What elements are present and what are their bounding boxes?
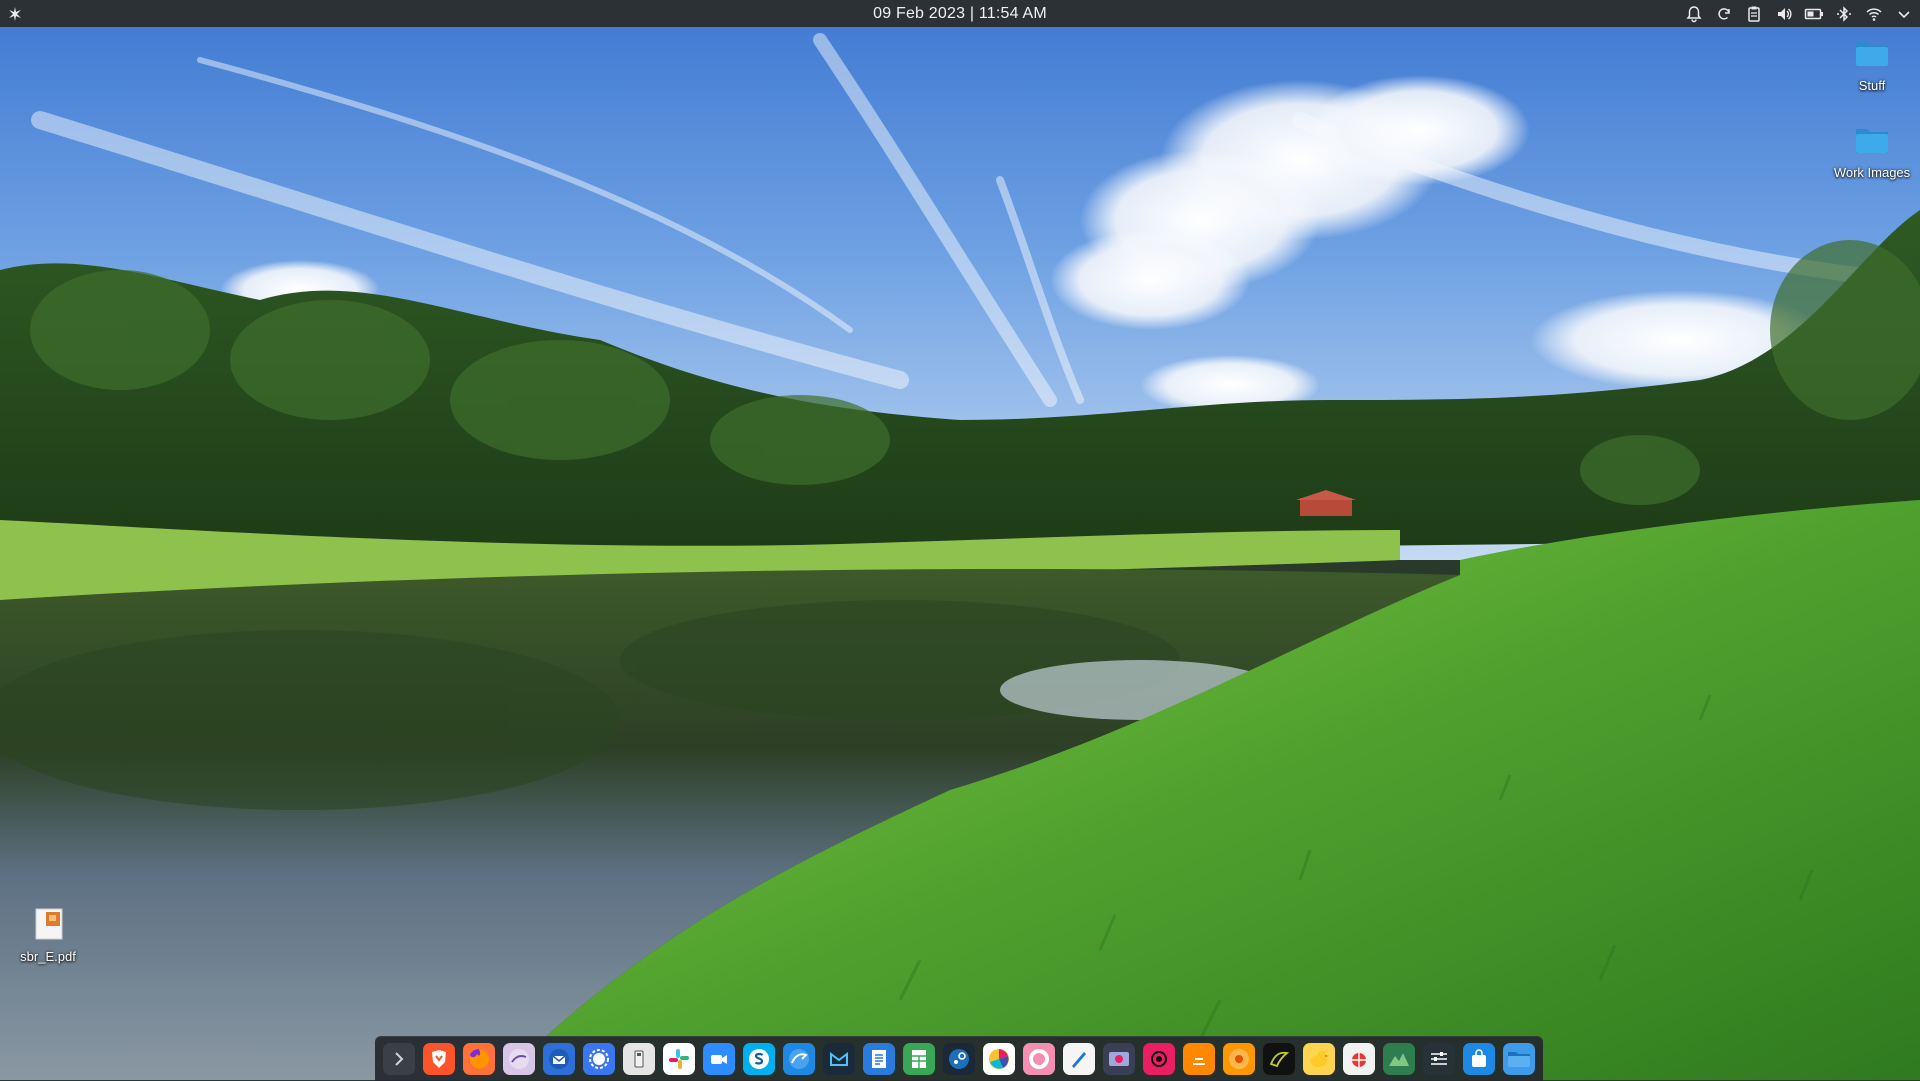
recorder-icon[interactable] bbox=[1143, 1043, 1175, 1075]
system-monitor-icon[interactable] bbox=[1383, 1043, 1415, 1075]
settings-sliders-icon[interactable] bbox=[1423, 1043, 1455, 1075]
folder-icon bbox=[1856, 42, 1888, 66]
thunderbird-icon[interactable] bbox=[543, 1043, 575, 1075]
desktop-icon-sbr-e-pdf[interactable]: sbr_E.pdf bbox=[3, 904, 93, 965]
battery-icon[interactable] bbox=[1804, 4, 1824, 24]
epiphany-browser-icon[interactable] bbox=[503, 1043, 535, 1075]
clipboard-icon[interactable] bbox=[1744, 4, 1764, 24]
firefox-icon[interactable] bbox=[463, 1043, 495, 1075]
zoom-icon[interactable] bbox=[703, 1043, 735, 1075]
drawing-icon[interactable] bbox=[1063, 1043, 1095, 1075]
pdf-file-icon bbox=[35, 908, 63, 940]
writer-document-icon[interactable] bbox=[863, 1043, 895, 1075]
chevron-down-icon[interactable] bbox=[1894, 4, 1914, 24]
mail-icon[interactable] bbox=[823, 1043, 855, 1075]
vlc-icon[interactable] bbox=[1183, 1043, 1215, 1075]
software-store-icon[interactable] bbox=[1463, 1043, 1495, 1075]
color-wheel-icon[interactable] bbox=[983, 1043, 1015, 1075]
desktop-wallpaper bbox=[0, 0, 1920, 1080]
chromium-like-icon[interactable] bbox=[783, 1043, 815, 1075]
slack-icon[interactable] bbox=[663, 1043, 695, 1075]
screenshot-icon[interactable] bbox=[1103, 1043, 1135, 1075]
desktop-icon-work-images[interactable]: Work Images bbox=[1827, 120, 1917, 181]
wifi-icon[interactable] bbox=[1864, 4, 1884, 24]
spreadsheet-icon[interactable] bbox=[903, 1043, 935, 1075]
dock bbox=[375, 1036, 1543, 1081]
bug-tracker-icon[interactable] bbox=[1343, 1043, 1375, 1075]
desktop-icon-label: Stuff bbox=[1858, 78, 1886, 93]
usb-flasher-icon[interactable] bbox=[623, 1043, 655, 1075]
clock: 09 Feb 2023 | 11:54 AM bbox=[0, 0, 1920, 27]
desktop-icon-label: sbr_E.pdf bbox=[20, 949, 76, 964]
inkscape-icon[interactable] bbox=[1263, 1043, 1295, 1075]
system-tray bbox=[1684, 2, 1914, 26]
top-panel: 09 Feb 2023 | 11:54 AM bbox=[0, 0, 1920, 27]
clock-text[interactable]: 09 Feb 2023 | 11:54 AM bbox=[873, 5, 1047, 23]
desktop-icon-label: Work Images bbox=[1833, 165, 1911, 180]
music-player-icon[interactable] bbox=[1223, 1043, 1255, 1075]
steam-icon[interactable] bbox=[943, 1043, 975, 1075]
avatar-app-icon[interactable] bbox=[1023, 1043, 1055, 1075]
file-manager-icon[interactable] bbox=[1503, 1043, 1535, 1075]
signal-icon[interactable] bbox=[583, 1043, 615, 1075]
volume-icon[interactable] bbox=[1774, 4, 1794, 24]
skype-icon[interactable] bbox=[743, 1043, 775, 1075]
terminal-icon[interactable] bbox=[383, 1043, 415, 1075]
duck-app-icon[interactable] bbox=[1303, 1043, 1335, 1075]
notifications-icon[interactable] bbox=[1684, 4, 1704, 24]
desktop-icon-stuff[interactable]: Stuff bbox=[1827, 33, 1917, 94]
bluetooth-icon[interactable] bbox=[1834, 4, 1854, 24]
folder-icon bbox=[1856, 129, 1888, 153]
sync-icon[interactable] bbox=[1714, 4, 1734, 24]
brave-browser-icon[interactable] bbox=[423, 1043, 455, 1075]
application-launcher-icon[interactable] bbox=[4, 3, 26, 25]
